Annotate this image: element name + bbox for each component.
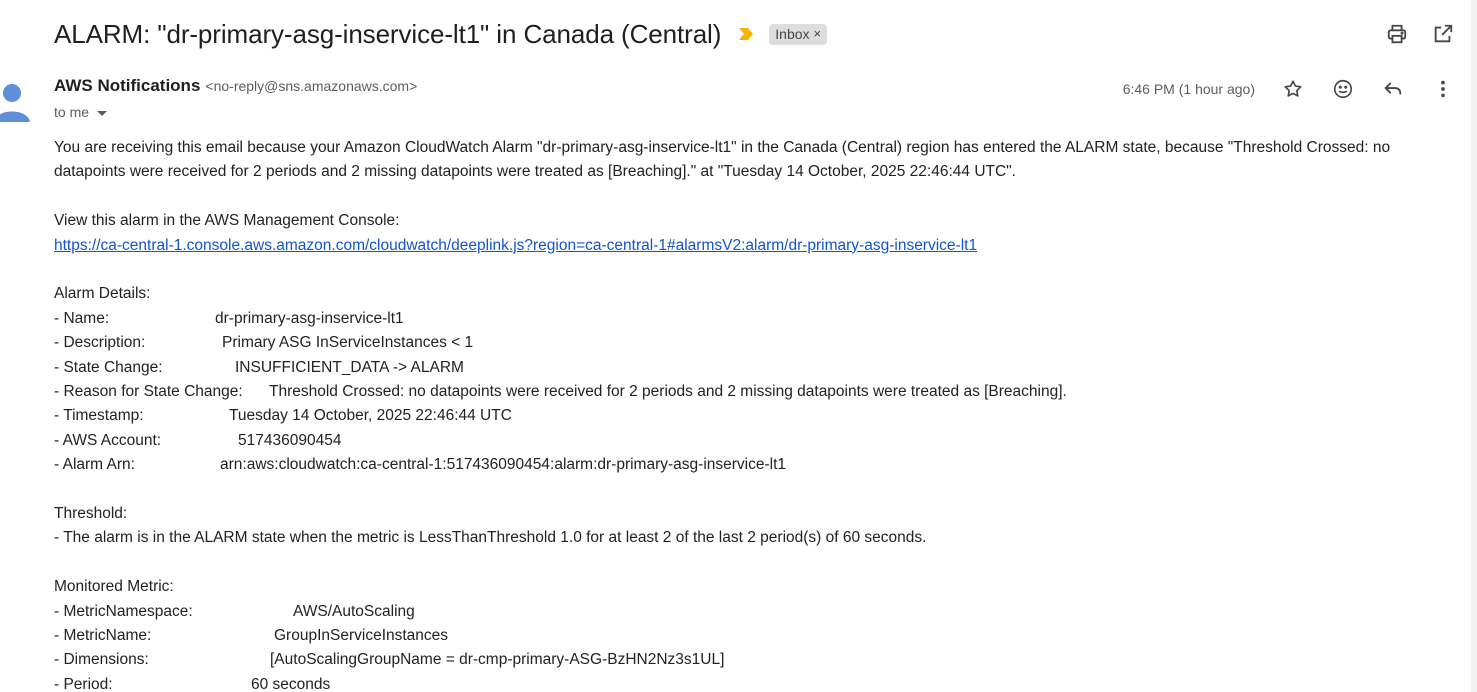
intro-paragraph: You are receiving this email because you… xyxy=(54,139,1391,181)
alarm-detail-value: Tuesday 14 October, 2025 22:46:44 UTC xyxy=(229,407,512,425)
alarm-detail-row: - State Change: INSUFFICIENT_DATA -> ALA… xyxy=(54,356,1454,380)
metric-detail-row: - Period: 60 seconds xyxy=(54,673,1454,692)
sender-avatar[interactable] xyxy=(0,74,34,126)
alarm-detail-value: 517436090454 xyxy=(238,431,342,449)
importance-marker-icon[interactable] xyxy=(737,26,755,42)
metric-detail-key: - Period: xyxy=(54,675,113,692)
remove-label-icon[interactable]: × xyxy=(814,26,822,41)
metric-detail-key: - MetricName: xyxy=(54,627,152,645)
metric-heading: Monitored Metric: xyxy=(54,578,174,596)
alarm-detail-key: - Reason for State Change: xyxy=(54,383,243,401)
alarm-detail-row: - Name: dr-primary-asg-inservice-lt1 xyxy=(54,307,1454,331)
metric-detail-row: - Dimensions: [AutoScalingGroupName = dr… xyxy=(54,648,1454,672)
metric-detail-key: - Dimensions: xyxy=(54,651,149,669)
message-meta: 6:46 PM (1 hour ago) xyxy=(1123,77,1455,101)
metric-detail-value: AWS/AutoScaling xyxy=(293,602,415,620)
threshold-heading: Threshold: xyxy=(54,505,128,523)
alarm-details-heading: Alarm Details: xyxy=(54,285,151,303)
metric-detail-value: GroupInServiceInstances xyxy=(274,627,449,645)
alarm-detail-value: Threshold Crossed: no datapoints were re… xyxy=(269,383,1067,401)
more-options-icon[interactable] xyxy=(1431,77,1455,101)
alarm-detail-key: - State Change: xyxy=(54,358,163,376)
console-link[interactable]: https://ca-central-1.console.aws.amazon.… xyxy=(54,237,977,254)
thread-actions xyxy=(1385,22,1455,46)
message-timestamp: 6:46 PM (1 hour ago) xyxy=(1122,81,1255,97)
alarm-detail-row: - Reason for State Change: Threshold Cro… xyxy=(54,380,1454,404)
alarm-detail-value: INSUFFICIENT_DATA -> ALARM xyxy=(235,358,464,376)
star-icon[interactable] xyxy=(1281,77,1305,101)
chevron-down-icon[interactable] xyxy=(97,110,108,116)
console-label: View this alarm in the AWS Management Co… xyxy=(54,212,400,230)
alarm-detail-key: - Description: xyxy=(54,334,146,352)
message-body: You are receiving this email because you… xyxy=(54,136,1454,692)
sender-info: AWS Notifications <no-reply@sns.amazonaw… xyxy=(54,76,417,96)
alarm-detail-row: - AWS Account: 517436090454 xyxy=(54,429,1454,453)
scrollbar[interactable] xyxy=(1471,0,1477,692)
alarm-detail-key: - Alarm Arn: xyxy=(54,456,135,474)
recipient-details[interactable]: to me xyxy=(54,104,108,120)
email-view: ALARM: "dr-primary-asg-inservice-lt1" in… xyxy=(0,0,1477,692)
reply-icon[interactable] xyxy=(1381,77,1405,101)
alarm-detail-row: - Alarm Arn: arn:aws:cloudwatch:ca-centr… xyxy=(54,453,1454,477)
alarm-detail-value: arn:aws:cloudwatch:ca-central-1:51743609… xyxy=(220,456,787,474)
alarm-detail-row: - Timestamp: Tuesday 14 October, 2025 22… xyxy=(54,404,1454,428)
email-subject: ALARM: "dr-primary-asg-inservice-lt1" in… xyxy=(54,18,722,49)
alarm-detail-value: Primary ASG InServiceInstances < 1 xyxy=(222,334,474,352)
alarm-detail-key: - Timestamp: xyxy=(54,407,144,425)
inbox-label-chip[interactable]: Inbox × xyxy=(769,23,828,45)
alarm-detail-value: dr-primary-asg-inservice-lt1 xyxy=(215,309,404,327)
metric-detail-key: - MetricNamespace: xyxy=(54,602,193,620)
threshold-text: - The alarm is in the ALARM state when t… xyxy=(54,529,927,547)
recipient-label: to me xyxy=(54,104,90,120)
inbox-label-text: Inbox xyxy=(775,25,810,42)
metric-detail-row: - MetricName: GroupInServiceInstances xyxy=(54,624,1454,648)
metric-detail-value: 60 seconds xyxy=(251,675,331,692)
alarm-detail-key: - AWS Account: xyxy=(54,431,162,449)
sender-email: <no-reply@sns.amazonaws.com> xyxy=(205,78,418,94)
sender-name[interactable]: AWS Notifications xyxy=(54,76,200,96)
print-icon[interactable] xyxy=(1385,22,1409,46)
alarm-detail-key: - Name: xyxy=(54,309,110,327)
open-in-new-window-icon[interactable] xyxy=(1431,22,1455,46)
subject-row: ALARM: "dr-primary-asg-inservice-lt1" in… xyxy=(54,14,828,54)
alarm-detail-row: - Description: Primary ASG InServiceInst… xyxy=(54,331,1454,355)
emoji-reaction-icon[interactable] xyxy=(1331,77,1355,101)
message-actions xyxy=(1281,77,1455,101)
metric-detail-value: [AutoScalingGroupName = dr-cmp-primary-A… xyxy=(270,651,725,669)
metric-detail-row: - MetricNamespace: AWS/AutoScaling xyxy=(54,600,1454,624)
